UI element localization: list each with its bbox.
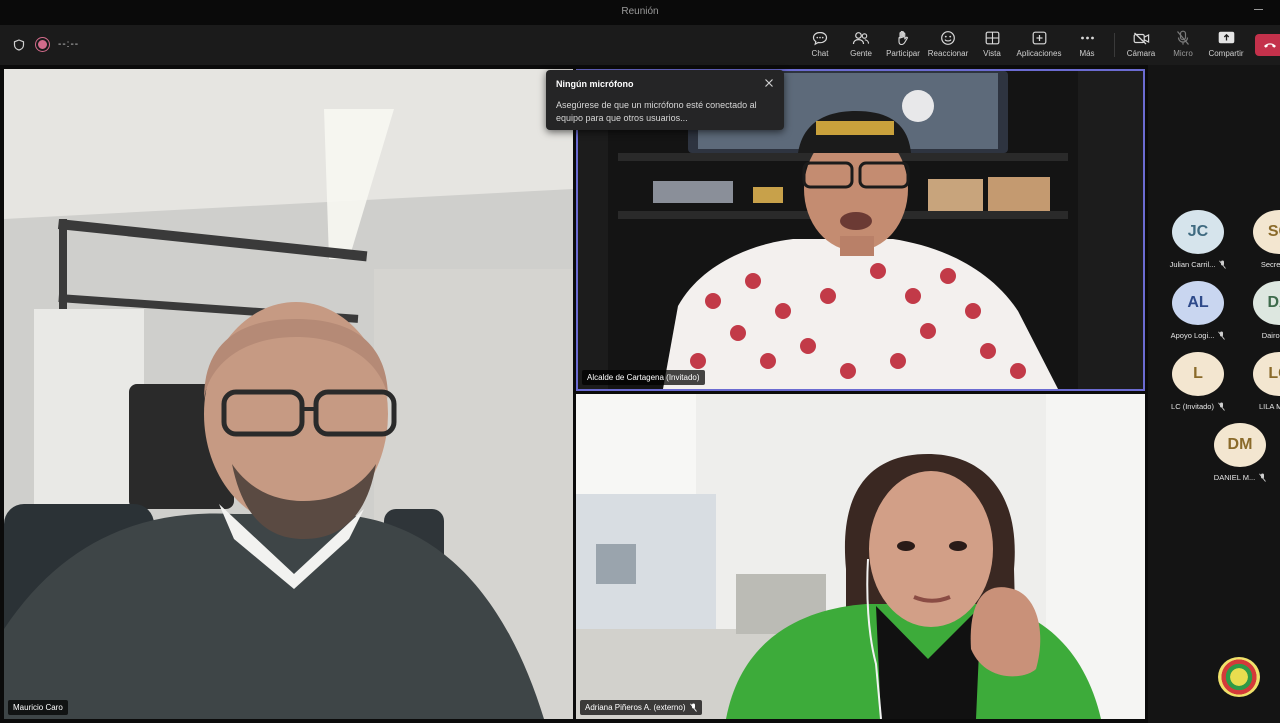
roster-participant[interactable]: SC Secretari... xyxy=(1246,210,1280,269)
apps-icon xyxy=(1029,29,1049,47)
video-tile-adriana[interactable]: Adriana Piñeros A. (externo) xyxy=(576,394,1145,719)
avatar: SC xyxy=(1253,210,1280,254)
roster-participant[interactable]: L LC (Invitado) xyxy=(1165,352,1231,411)
mic-off-icon xyxy=(689,703,697,712)
avatar-initials: SC xyxy=(1267,223,1280,240)
mic-off-icon xyxy=(1218,331,1226,340)
avatar: AL xyxy=(1172,281,1224,325)
avatar: L xyxy=(1172,352,1224,396)
meeting-toolbar: --:-- Chat Gente Participar Reaccionar V… xyxy=(0,25,1280,65)
mic-button[interactable]: Micro xyxy=(1170,29,1196,63)
notification-body: Asegúrese de que un micrófono esté conec… xyxy=(556,100,757,123)
participant-roster: JC Julian Carril... SC Secretari... AL A… xyxy=(1148,65,1280,723)
video-feed xyxy=(576,394,1145,719)
roster-participant[interactable]: AL Apoyo Logi... xyxy=(1165,281,1231,340)
recording-icon xyxy=(36,38,49,51)
react-button[interactable]: Reaccionar xyxy=(927,29,969,63)
mic-label: Micro xyxy=(1173,49,1193,58)
participant-name: Secretari... xyxy=(1260,260,1280,269)
avatar: DA xyxy=(1253,281,1280,325)
roster-participant[interactable]: DA Dairo Alf... xyxy=(1246,281,1280,340)
participant-name: Apoyo Logi... xyxy=(1170,331,1215,340)
participant-name-tag: Alcalde de Cartagena (Invitado) xyxy=(582,370,705,385)
people-button[interactable]: Gente xyxy=(847,29,875,63)
react-label: Reaccionar xyxy=(927,49,969,58)
video-stage: Mauricio Caro Alcalde de Cartagena (Invi… xyxy=(0,65,1148,723)
view-button[interactable]: Vista xyxy=(980,29,1004,63)
share-button[interactable]: Compartir xyxy=(1206,29,1246,63)
apps-label: Aplicaciones xyxy=(1016,49,1062,58)
mic-off-icon xyxy=(1219,260,1227,269)
mic-off-icon xyxy=(1218,402,1225,411)
roster-participant[interactable]: DM DANIEL M... xyxy=(1207,423,1273,482)
video-tile-mauricio[interactable]: Mauricio Caro xyxy=(4,69,573,719)
people-label: Gente xyxy=(850,49,872,58)
avatar-initials: JC xyxy=(1187,223,1209,240)
roster-participant-name: LILA MAR... xyxy=(1246,402,1280,411)
raise-hand-label: Participar xyxy=(886,49,920,58)
participant-name: Adriana Piñeros A. (externo) xyxy=(585,703,686,712)
avatar-initials: AL xyxy=(1187,294,1209,311)
participant-name: Mauricio Caro xyxy=(13,703,63,712)
roster-participant-name: Secretari... xyxy=(1246,260,1280,269)
more-label: Más xyxy=(1079,49,1095,58)
more-button[interactable]: Más xyxy=(1075,29,1099,63)
apps-button[interactable]: Aplicaciones xyxy=(1015,29,1063,63)
window-titlebar: Reunión xyxy=(0,0,1280,25)
participant-name-tag: Adriana Piñeros A. (externo) xyxy=(580,700,702,715)
share-icon xyxy=(1216,29,1236,47)
chat-button[interactable]: Chat xyxy=(807,29,833,63)
people-icon xyxy=(851,29,871,47)
roster-participant[interactable]: LC LILA MAR... xyxy=(1246,352,1280,411)
chat-icon xyxy=(810,29,830,47)
notification-title: Ningún micrófono xyxy=(556,79,634,89)
roster-participant-name: Dairo Alf... xyxy=(1246,331,1280,340)
meeting-timer: --:-- xyxy=(58,39,80,50)
avatar-initials: DA xyxy=(1267,294,1280,311)
more-icon xyxy=(1077,29,1097,47)
minimize-icon[interactable] xyxy=(1254,4,1264,14)
roster-participant-name: Apoyo Logi... xyxy=(1165,331,1231,340)
camera-label: Cámara xyxy=(1126,49,1156,58)
participant-name: Julian Carril... xyxy=(1169,260,1216,269)
participant-name: LC (Invitado) xyxy=(1171,402,1214,411)
no-microphone-notification: Ningún micrófono Asegúrese de que un mic… xyxy=(546,70,784,130)
mic-off-icon xyxy=(1173,29,1193,47)
participant-name: LILA MAR... xyxy=(1258,402,1280,411)
close-icon[interactable] xyxy=(764,78,774,88)
participant-name-tag: Mauricio Caro xyxy=(8,700,68,715)
hangup-button[interactable] xyxy=(1255,34,1280,56)
avatar-initials: L xyxy=(1193,365,1203,382)
participant-name: Alcalde de Cartagena (Invitado) xyxy=(587,373,700,382)
share-label: Compartir xyxy=(1208,49,1244,58)
raise-hand-icon xyxy=(893,29,913,47)
roster-participant[interactable]: JC Julian Carril... xyxy=(1165,210,1231,269)
mic-off-icon xyxy=(1259,473,1267,482)
view-icon xyxy=(982,29,1002,47)
camera-button[interactable]: Cámara xyxy=(1126,29,1156,63)
view-label: Vista xyxy=(983,49,1001,58)
organization-logo xyxy=(1218,657,1260,697)
avatar: JC xyxy=(1172,210,1224,254)
shield-icon xyxy=(13,39,25,51)
participant-name: Dairo Alf... xyxy=(1261,331,1280,340)
avatar: DM xyxy=(1214,423,1266,467)
roster-participant-name: DANIEL M... xyxy=(1207,473,1273,482)
react-icon xyxy=(938,29,958,47)
video-feed xyxy=(4,69,573,719)
raise-hand-button[interactable]: Participar xyxy=(884,29,922,63)
participant-name: DANIEL M... xyxy=(1213,473,1256,482)
avatar: LC xyxy=(1253,352,1280,396)
avatar-initials: LC xyxy=(1268,365,1280,382)
hangup-icon xyxy=(1264,43,1276,48)
roster-participant-name: LC (Invitado) xyxy=(1165,402,1231,411)
avatar-initials: DM xyxy=(1227,436,1253,453)
toolbar-divider xyxy=(1114,33,1115,57)
window-title: Reunión xyxy=(621,6,659,17)
camera-off-icon xyxy=(1131,29,1151,47)
chat-label: Chat xyxy=(811,49,829,58)
roster-participant-name: Julian Carril... xyxy=(1165,260,1231,269)
